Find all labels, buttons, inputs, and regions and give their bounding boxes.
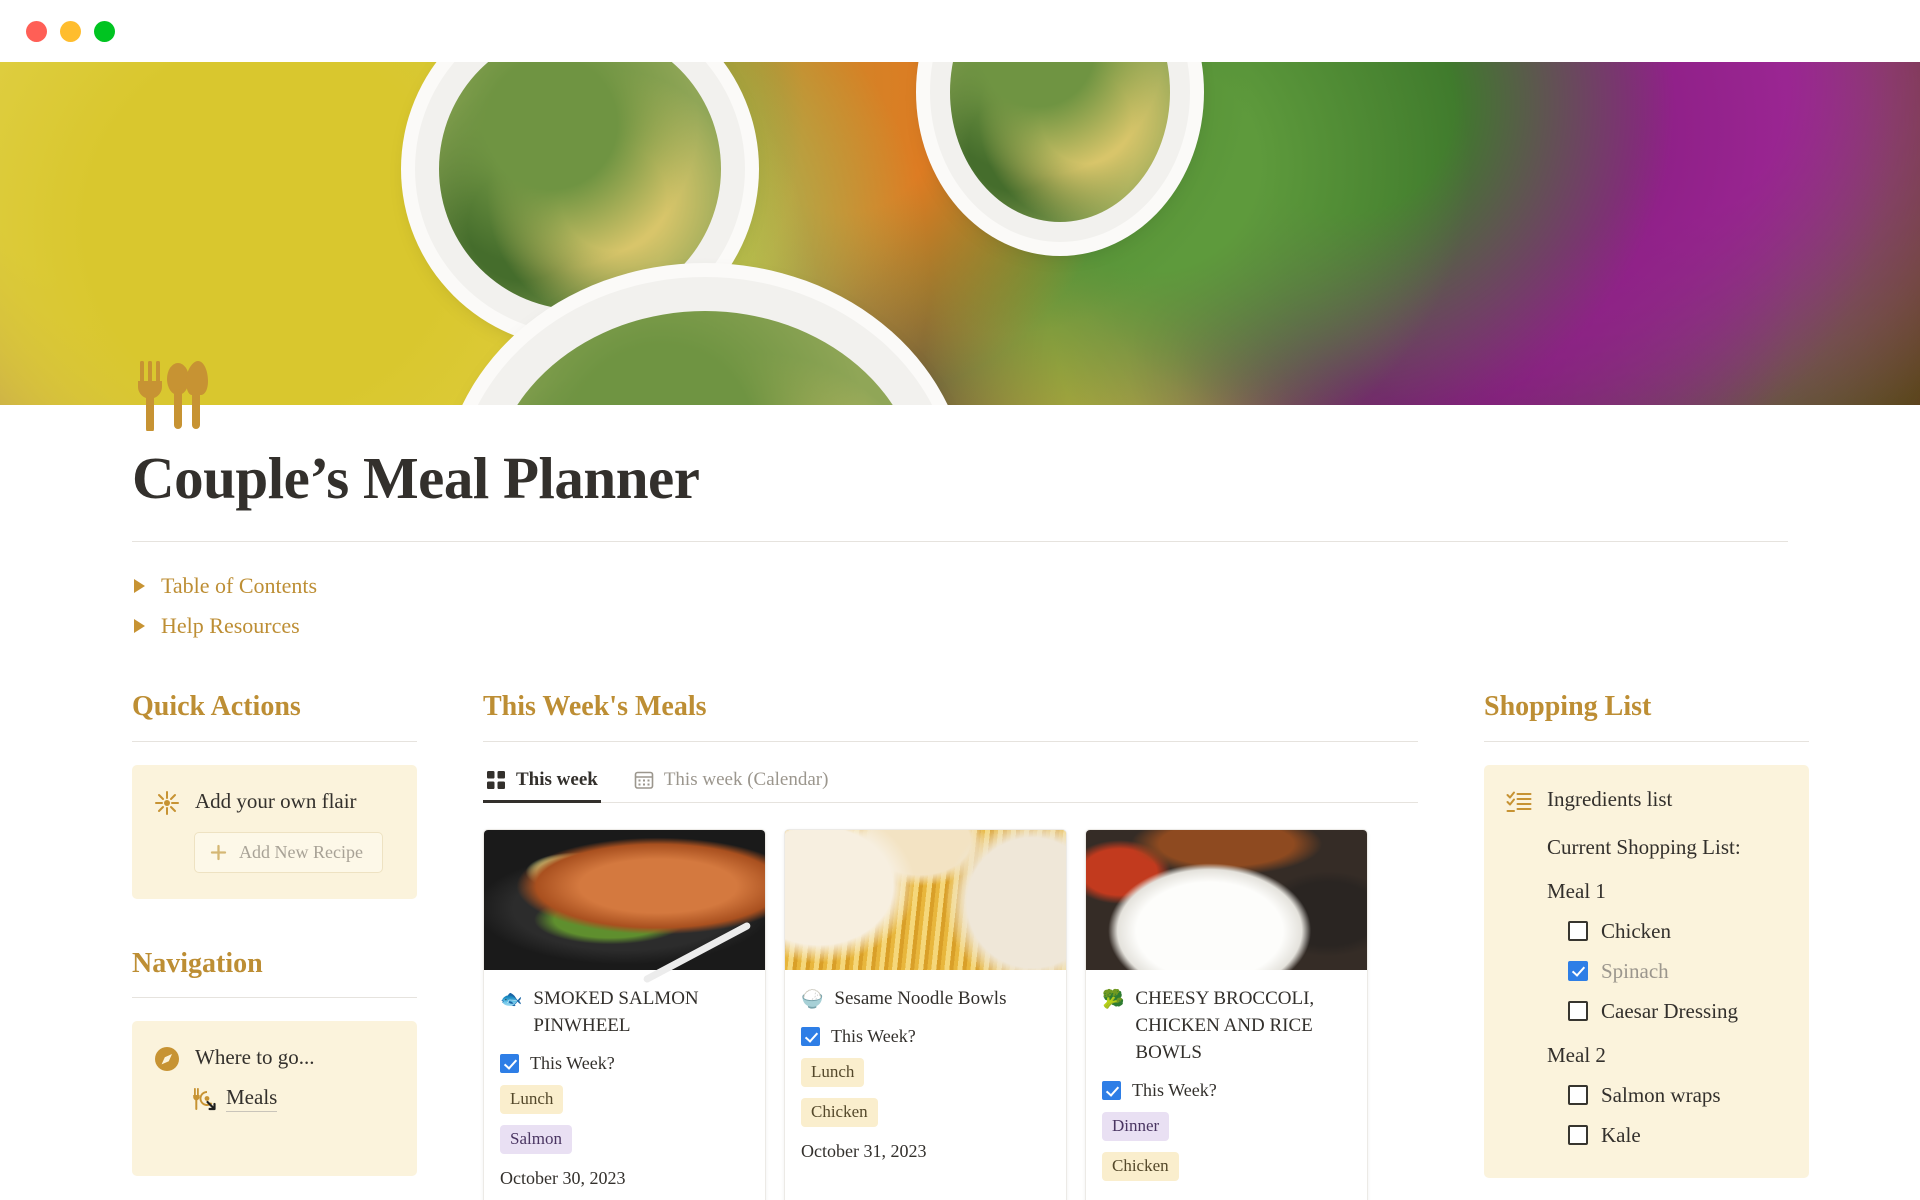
shopping-group-label: Meal 2 [1547, 1042, 1606, 1067]
ingredient-label: Salmon wraps [1601, 1082, 1721, 1107]
meal-tag: Chicken [801, 1097, 878, 1127]
fork-spoon-knife-icon[interactable] [132, 361, 212, 433]
gallery-view-icon [486, 770, 506, 790]
shopping-list-item[interactable]: Chicken [1568, 919, 1789, 944]
meal-card-photo [1086, 829, 1367, 970]
triangle-right-icon[interactable] [134, 579, 145, 594]
toggle-help-resources[interactable]: Help Resources [132, 606, 1920, 646]
meal-card-photo [484, 829, 765, 970]
tab-label: This week [516, 768, 598, 790]
section-divider [132, 997, 417, 999]
meal-card-date: October 30, 2023 [500, 1167, 626, 1188]
nav-link-meals-label: Meals [226, 1085, 278, 1113]
ingredient-label: Kale [1601, 1122, 1641, 1147]
shopping-list-item[interactable]: Salmon wraps [1568, 1083, 1789, 1108]
triangle-right-icon[interactable] [134, 619, 145, 634]
add-new-recipe-button[interactable]: Add New Recipe [194, 831, 383, 873]
ingredient-checkbox[interactable] [1568, 1085, 1588, 1106]
meal-tag: Chicken [1102, 1151, 1179, 1181]
shopping-list-item[interactable]: Caesar Dressing [1568, 999, 1789, 1024]
fish-icon: 🐟 [500, 988, 523, 1009]
calendar-view-icon [634, 770, 654, 790]
plus-icon [209, 843, 228, 862]
navigation-title: Navigation [132, 947, 263, 979]
meal-tag: Lunch [500, 1084, 564, 1114]
ingredient-label: Caesar Dressing [1601, 998, 1739, 1023]
shopping-list-heading: Ingredients list [1547, 786, 1673, 811]
meal-card-title: CHEESY BROCCOLI, CHICKEN AND RICE BOWLS [1135, 987, 1315, 1063]
cover-photo[interactable] [0, 62, 1920, 405]
ingredient-checkbox[interactable] [1568, 1125, 1588, 1146]
meal-card-photo [785, 829, 1066, 970]
quick-actions-callout: Add your own flair Add New Recipe [132, 764, 417, 899]
ingredient-checkbox[interactable] [1568, 961, 1588, 982]
shopping-list-title: Shopping List [1484, 691, 1652, 723]
ingredient-label: Spinach [1601, 958, 1669, 983]
shopping-group-label: Meal 1 [1547, 878, 1606, 903]
meal-card-date: October 31, 2023 [801, 1140, 927, 1161]
quick-actions-title: Quick Actions [132, 691, 301, 723]
meal-card-title: SMOKED SALMON PINWHEEL [533, 987, 699, 1036]
ingredient-checkbox[interactable] [1568, 1001, 1588, 1022]
quick-actions-callout-text: Add your own flair [195, 788, 357, 813]
shopping-list-item[interactable]: Kale [1568, 1123, 1789, 1148]
ingredient-label: Chicken [1601, 918, 1671, 943]
meal-tag: Salmon [500, 1124, 572, 1154]
meals-tabs: This week This week (Calendar) [483, 765, 1418, 803]
this-week-checkbox[interactable] [1102, 1080, 1121, 1100]
compass-icon [154, 1046, 180, 1072]
section-divider [132, 740, 417, 742]
toggle-list: Table of Contents Help Resources [0, 542, 1920, 646]
this-week-label: This Week? [530, 1052, 615, 1073]
meal-tag: Dinner [1102, 1111, 1170, 1141]
meal-card-list: 🐟 SMOKED SALMON PINWHEEL This Week? Lunc… [483, 828, 1418, 1200]
meals-title: This Week's Meals [483, 691, 707, 723]
toggle-table-of-contents[interactable]: Table of Contents [132, 566, 1920, 606]
page-title: Couple’s Meal Planner [132, 445, 700, 511]
tab-this-week[interactable]: This week [483, 765, 601, 803]
maximize-window-button[interactable] [94, 20, 115, 42]
navigation-callout-text: Where to go... [195, 1045, 315, 1070]
meals-column: This Week's Meals This week This week (C… [483, 690, 1418, 1200]
this-week-checkbox[interactable] [801, 1026, 820, 1046]
window-titlebar [0, 0, 1920, 62]
toggle-label: Table of Contents [161, 573, 318, 599]
ingredient-checkbox[interactable] [1568, 921, 1588, 942]
fork-plate-arrow-icon [192, 1086, 217, 1111]
left-column: Quick Actions Add your own flair Add New… [132, 690, 417, 1177]
navigation-callout: Where to go... Meals [132, 1021, 417, 1177]
add-new-recipe-label: Add New Recipe [239, 841, 363, 862]
rice-bowl-icon: 🍚 [801, 988, 824, 1009]
tab-label: This week (Calendar) [663, 768, 829, 790]
shopping-list-subheading: Current Shopping List: [1547, 834, 1741, 859]
meal-card-title: Sesame Noodle Bowls [834, 987, 1007, 1009]
tab-this-week-calendar[interactable]: This week (Calendar) [631, 765, 832, 802]
cover-photo-image [0, 62, 1920, 405]
checklist-icon [1506, 790, 1532, 816]
shopping-column: Shopping List Ingredients list Current S… [1484, 690, 1809, 1178]
nav-link-meals[interactable]: Meals [192, 1085, 397, 1113]
this-week-checkbox[interactable] [500, 1053, 519, 1073]
toggle-label: Help Resources [161, 613, 300, 639]
this-week-label: This Week? [831, 1025, 916, 1046]
section-divider [483, 740, 1418, 742]
close-window-button[interactable] [26, 20, 47, 42]
broccoli-icon: 🥦 [1102, 988, 1125, 1009]
minimize-window-button[interactable] [60, 20, 81, 42]
shopping-list-item[interactable]: Spinach [1568, 959, 1789, 984]
meal-card[interactable]: 🥦 CHEESY BROCCOLI, CHICKEN AND RICE BOWL… [1085, 828, 1368, 1200]
meal-tag: Lunch [801, 1057, 865, 1087]
meal-card[interactable]: 🍚 Sesame Noodle Bowls This Week? Lunch C… [784, 828, 1067, 1200]
this-week-label: This Week? [1132, 1079, 1217, 1100]
section-divider [1484, 740, 1809, 742]
sparkle-icon [154, 790, 180, 816]
meal-card[interactable]: 🐟 SMOKED SALMON PINWHEEL This Week? Lunc… [483, 828, 766, 1200]
shopping-list-callout: Ingredients list Current Shopping List: … [1484, 764, 1809, 1178]
